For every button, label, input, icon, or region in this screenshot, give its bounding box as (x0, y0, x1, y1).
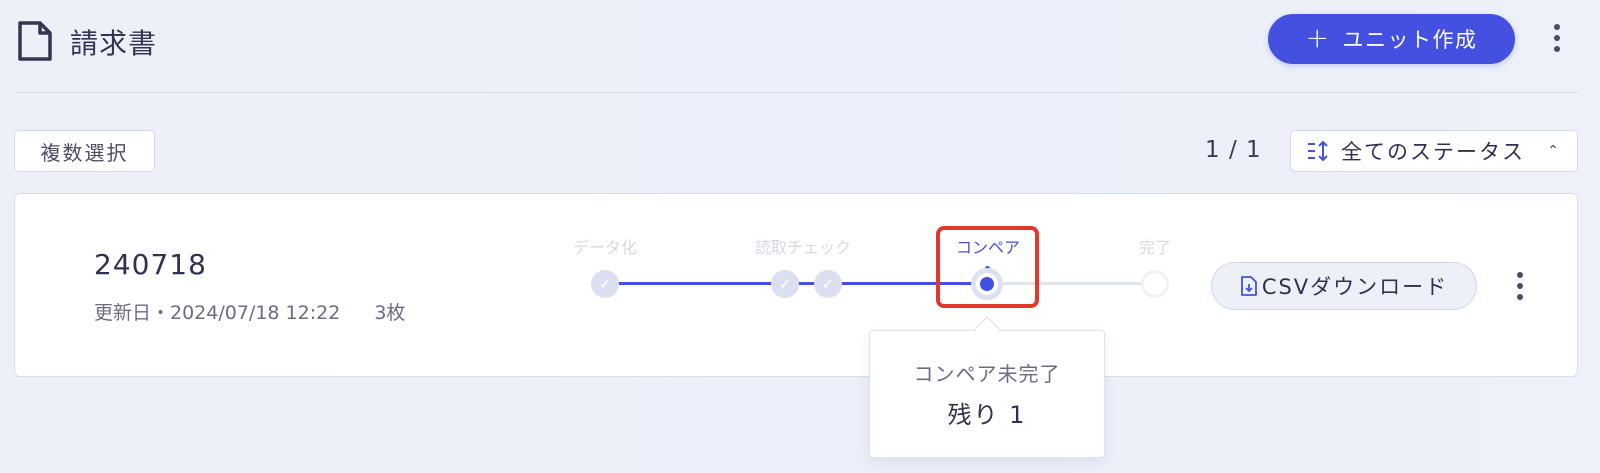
tooltip-value: 残り 1 (947, 401, 1027, 429)
updated-date: 更新日・2024/07/18 12:22 (94, 302, 341, 324)
pending-step-icon (1141, 270, 1169, 298)
step-label-complete: 完了 (1138, 238, 1171, 257)
page-count: 3枚 (374, 302, 406, 324)
page-counter: 1 / 1 (1205, 137, 1262, 163)
check-icon: ✓ (771, 270, 799, 298)
step-label-data: データ化 (572, 238, 637, 257)
csv-download-label: CSVダウンロード (1261, 275, 1449, 299)
compare-tooltip: コンペア未完了 残り 1 (869, 330, 1105, 458)
card-more-menu-icon[interactable] (1516, 272, 1524, 300)
step-label-read-check: 読取チェック (754, 238, 851, 257)
track-segment (605, 282, 780, 285)
document-icon (18, 21, 52, 61)
highlight-box (936, 226, 1039, 308)
check-icon: ✓ (591, 270, 619, 298)
unit-name[interactable]: 240718 (94, 248, 207, 281)
create-unit-label: ユニット作成 (1342, 28, 1478, 52)
csv-download-button[interactable]: CSVダウンロード (1211, 262, 1477, 310)
unit-meta: 更新日・2024/07/18 12:22 3枚 (94, 298, 405, 325)
file-download-icon (1240, 276, 1257, 296)
status-filter-select[interactable]: 全てのステータス ⌃ (1290, 130, 1578, 172)
plus-icon: + (1305, 20, 1331, 54)
tooltip-title: コンペア未完了 (913, 362, 1061, 386)
create-unit-button[interactable]: + ユニット作成 (1268, 14, 1515, 64)
chevron-up-icon: ⌃ (1547, 143, 1561, 159)
check-icon: ✓ (814, 270, 842, 298)
sort-icon (1308, 140, 1328, 162)
more-menu-icon[interactable] (1553, 24, 1561, 52)
multi-select-button[interactable]: 複数選択 (14, 130, 155, 172)
status-filter-value: 全てのステータス (1341, 140, 1525, 164)
page-title: 請求書 (70, 27, 158, 60)
header-divider (14, 92, 1578, 93)
